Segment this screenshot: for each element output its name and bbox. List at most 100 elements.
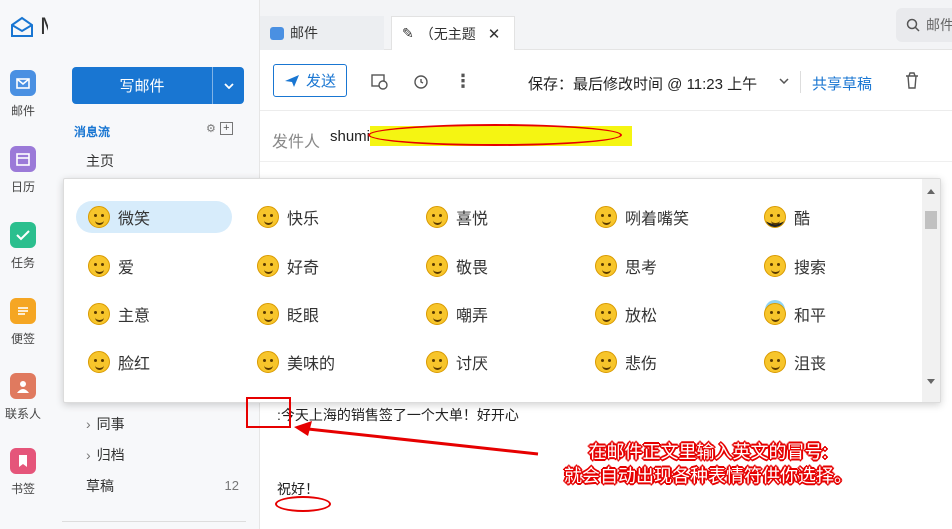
rail-item-notes[interactable]: 便签	[0, 298, 46, 347]
emoji-option[interactable]: 酷	[764, 201, 810, 233]
yummy-emoji-icon	[257, 351, 279, 373]
trash-icon[interactable]	[902, 71, 922, 91]
tab-mail[interactable]: 邮件	[260, 16, 384, 50]
relaxed-emoji-icon	[595, 303, 617, 325]
frustrated-emoji-icon	[764, 351, 786, 373]
send-button[interactable]: 发送	[273, 64, 347, 97]
folder-coworkers[interactable]: › 同事	[86, 414, 125, 434]
share-draft-link[interactable]: 共享草稿	[812, 73, 872, 94]
emoji-option-smile[interactable]: 微笑	[76, 201, 232, 233]
emoji-option[interactable]: 眨眼	[257, 298, 319, 330]
from-label: 发件人	[272, 134, 321, 151]
send-icon	[284, 74, 299, 87]
grin-emoji-icon	[595, 206, 617, 228]
calendar-icon	[10, 146, 36, 172]
more-options-icon[interactable]: ⋮	[453, 71, 473, 91]
tab-compose-label: （无主题	[419, 25, 476, 42]
annotation-line-1: 在邮件正文里输入英文的冒号:	[588, 442, 828, 462]
emoji-label: 眨眼	[287, 308, 320, 325]
tab-compose[interactable]: ✎ （无主题 ✕	[391, 16, 515, 50]
emoji-option[interactable]: 嘲弄	[426, 298, 488, 330]
search-emoji-icon	[764, 255, 786, 277]
emoji-option[interactable]: 咧着嘴笑	[595, 201, 689, 233]
divider	[800, 71, 801, 93]
emoji-label: 嘲弄	[456, 308, 489, 325]
emoji-option[interactable]: 爱	[88, 250, 134, 282]
emoji-label: 好奇	[287, 260, 320, 277]
folder-archive[interactable]: › 归档	[86, 445, 125, 465]
emoji-option[interactable]: 好奇	[257, 250, 319, 282]
idea-emoji-icon	[88, 303, 110, 325]
angel-emoji-icon	[764, 303, 786, 325]
emoji-option[interactable]: 美味的	[257, 346, 335, 378]
add-icon[interactable]: +	[219, 122, 233, 135]
emoji-label: 美味的	[287, 356, 336, 373]
emoji-option[interactable]: 悲伤	[595, 346, 657, 378]
emoji-option[interactable]: 搜索	[764, 250, 826, 282]
save-status: 保存：最后修改时间 @ 11:23 上午	[528, 76, 758, 93]
rail-item-bookmarks[interactable]: 书签	[0, 448, 46, 497]
emoji-option[interactable]: 讨厌	[426, 346, 488, 378]
emoji-option[interactable]: 和平	[764, 298, 826, 330]
compose-button[interactable]: 写邮件	[72, 67, 244, 104]
love-emoji-icon	[88, 255, 110, 277]
search-box[interactable]: 邮件	[896, 8, 952, 42]
scrollbar-thumb[interactable]	[925, 211, 937, 229]
emoji-label: 悲伤	[625, 356, 658, 373]
emoji-option[interactable]: 快乐	[257, 201, 319, 233]
rail-label-tasks: 任务	[10, 256, 35, 270]
emoji-option[interactable]: 主意	[88, 298, 150, 330]
search-icon	[906, 18, 920, 32]
rail-item-mail[interactable]: 邮件	[0, 70, 46, 119]
app-rail: Mail 邮件 日历 任务 便签 联系人 书签	[0, 0, 84, 529]
emoji-label: 沮丧	[794, 356, 827, 373]
disgust-emoji-icon	[426, 351, 448, 373]
mail-tab-icon	[270, 26, 284, 40]
popup-scrollbar[interactable]	[922, 179, 940, 402]
rail-label-calendar: 日历	[10, 180, 35, 194]
folder-coworkers-label: 同事	[96, 416, 125, 432]
happy-emoji-icon	[257, 206, 279, 228]
emoji-option[interactable]: 放松	[595, 298, 657, 330]
divider	[62, 521, 246, 522]
chevron-right-icon: ›	[86, 416, 91, 432]
emoji-label: 敬畏	[456, 260, 489, 277]
search-input[interactable]: 邮件	[926, 15, 952, 35]
schedule-send-icon[interactable]	[369, 71, 389, 91]
rail-item-calendar[interactable]: 日历	[0, 146, 46, 195]
chevron-down-icon[interactable]	[774, 71, 794, 91]
filter-settings-icon[interactable]: ⚙	[206, 122, 216, 135]
emoji-option[interactable]: 喜悦	[426, 201, 488, 233]
stream-title[interactable]: 消息流	[74, 123, 110, 140]
tongue-emoji-icon	[426, 303, 448, 325]
annotation-box	[246, 397, 291, 428]
chevron-down-icon[interactable]	[212, 67, 244, 104]
folder-home[interactable]: 主页	[86, 151, 114, 171]
wink-emoji-icon	[257, 303, 279, 325]
scroll-down-icon[interactable]	[927, 379, 935, 384]
rail-item-contacts[interactable]: 联系人	[0, 373, 46, 422]
send-label: 发送	[305, 73, 336, 90]
emoji-option[interactable]: 脸红	[88, 346, 150, 378]
emoji-label: 和平	[794, 308, 827, 325]
emoji-label: 搜索	[794, 260, 827, 277]
rail-item-tasks[interactable]: 任务	[0, 222, 46, 271]
close-icon[interactable]: ✕	[488, 25, 501, 43]
alarm-icon[interactable]	[411, 71, 431, 91]
task-icon	[10, 222, 36, 248]
emoji-option[interactable]: 敬畏	[426, 250, 488, 282]
emoji-label: 微笑	[118, 211, 151, 228]
drafts-count: 12	[224, 478, 239, 493]
emoji-label: 思考	[625, 260, 658, 277]
scroll-up-icon[interactable]	[927, 189, 935, 194]
emoji-label: 脸红	[118, 356, 151, 373]
folder-archive-label: 归档	[96, 447, 125, 463]
bookmark-icon	[10, 448, 36, 474]
compose-label[interactable]: 写邮件	[72, 67, 212, 104]
emoji-label: 讨厌	[456, 356, 489, 373]
annotation-callout: 在邮件正文里输入英文的冒号: 就会自动出现各种表情符供你选择。	[528, 440, 888, 488]
annotation-ellipse	[368, 124, 622, 146]
emoji-option[interactable]: 思考	[595, 250, 657, 282]
emoji-option[interactable]: 沮丧	[764, 346, 826, 378]
emoji-label: 咧着嘴笑	[625, 211, 690, 228]
